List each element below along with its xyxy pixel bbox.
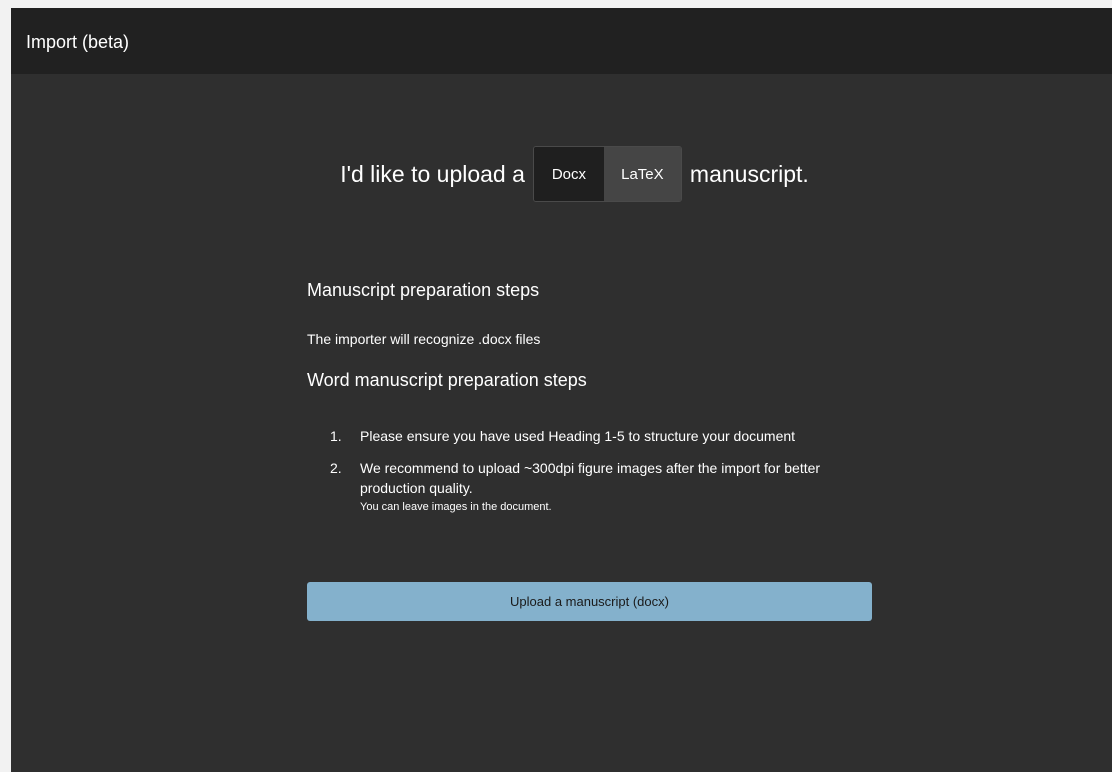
list-item: 1. Please ensure you have used Heading 1… [307,426,873,446]
upload-suffix-text: manuscript. [689,160,809,187]
preparation-steps-list: 1. Please ensure you have used Heading 1… [307,426,873,515]
step-number: 2. [330,460,342,476]
upload-prefix-text: I'd like to upload a [340,160,525,187]
step-text: Please ensure you have used Heading 1-5 … [360,428,796,444]
step-number: 1. [330,428,342,444]
upload-format-selector: I'd like to upload a Docx LaTeX manuscri… [11,145,1112,203]
recognize-text: The importer will recognize .docx files [307,331,541,347]
import-window: Import (beta) I'd like to upload a Docx … [11,8,1112,772]
window-title: Import (beta) [26,32,130,52]
list-item: 2. We recommend to upload ~300dpi figure… [307,458,873,515]
title-bar: Import (beta) [11,8,1112,74]
preparation-heading: Manuscript preparation steps [307,280,540,300]
step-text: We recommend to upload ~300dpi figure im… [360,460,821,496]
upload-manuscript-button[interactable]: Upload a manuscript (docx) [307,582,872,621]
format-option-latex[interactable]: LaTeX [603,147,681,201]
format-option-docx[interactable]: Docx [533,147,604,201]
step-note: You can leave images in the document. [360,501,552,513]
word-preparation-heading: Word manuscript preparation steps [307,370,587,390]
format-toggle: Docx LaTeX [532,146,682,202]
